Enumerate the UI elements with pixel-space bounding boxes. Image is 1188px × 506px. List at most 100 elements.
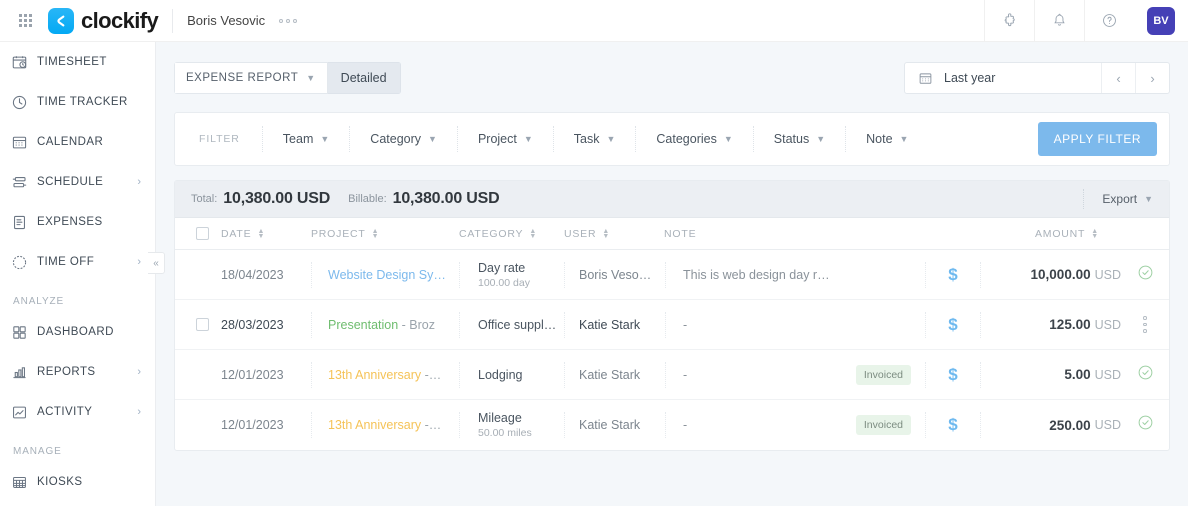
sidebar-group-analyze: ANALYZE bbox=[13, 296, 65, 307]
sort-icon: ▲ ▼ bbox=[371, 227, 380, 240]
table-row[interactable]: 12/01/2023 13th Anniversary -… Lodging K… bbox=[175, 350, 1169, 400]
status-badge: Invoiced bbox=[855, 415, 911, 435]
topbar-divider bbox=[172, 8, 174, 33]
chevron-down-icon: ▼ bbox=[606, 134, 616, 144]
kiosks-icon bbox=[11, 474, 37, 491]
main-content: EXPENSE REPORT ▼ Detailed Last year ‹ › … bbox=[156, 42, 1188, 506]
table-row[interactable]: 12/01/2023 13th Anniversary -… Mileage 5… bbox=[175, 400, 1169, 450]
bell-icon[interactable] bbox=[1034, 0, 1084, 42]
table-row[interactable]: 28/03/2023 Presentation - Broz Office su… bbox=[175, 300, 1169, 350]
more-vertical-icon[interactable] bbox=[1143, 316, 1147, 333]
date-prev-button[interactable]: ‹ bbox=[1101, 63, 1135, 93]
apps-grid-icon[interactable] bbox=[8, 14, 42, 27]
sidebar-item-time-tracker[interactable]: TIME TRACKER bbox=[0, 82, 155, 122]
report-type-label: EXPENSE REPORT bbox=[186, 72, 299, 84]
filter-status[interactable]: Status ▼ bbox=[752, 126, 845, 152]
sidebar-collapse-button[interactable]: « bbox=[148, 252, 165, 274]
cell-category: Office suppl… bbox=[478, 317, 557, 332]
check-circle-icon[interactable] bbox=[1137, 364, 1154, 386]
sidebar-item-kiosks[interactable]: KIOSKS bbox=[0, 462, 155, 502]
chevron-down-icon: ▼ bbox=[306, 73, 316, 83]
dollar-icon[interactable]: $ bbox=[948, 415, 957, 435]
filter-task[interactable]: Task ▼ bbox=[552, 126, 636, 152]
cell-currency: USD bbox=[1094, 267, 1121, 282]
workspace-name[interactable]: Boris Vesovic bbox=[187, 13, 265, 28]
date-next-button[interactable]: › bbox=[1135, 63, 1169, 93]
date-range-button[interactable]: Last year bbox=[905, 63, 1101, 93]
filter-category[interactable]: Category ▼ bbox=[349, 126, 457, 152]
column-label: USER bbox=[564, 227, 597, 240]
filter-label: FILTER bbox=[199, 133, 240, 145]
date-range-label: Last year bbox=[944, 71, 996, 85]
cell-project-link[interactable]: Website Design Sy… bbox=[328, 268, 446, 282]
cell-date: 12/01/2023 bbox=[221, 367, 284, 382]
column-header-date[interactable]: DATE ▲ ▼ bbox=[221, 228, 311, 240]
puzzle-icon[interactable] bbox=[984, 0, 1034, 42]
billable-label: Billable: bbox=[348, 193, 387, 205]
sidebar-item-label: SCHEDULE bbox=[37, 176, 104, 188]
cell-project-sub: -… bbox=[421, 367, 442, 382]
sidebar-item-activity[interactable]: ACTIVITY › bbox=[0, 392, 155, 432]
filter-item-label: Project bbox=[477, 132, 517, 146]
cell-amount: 250.00 bbox=[1049, 417, 1091, 433]
export-label: Export bbox=[1102, 192, 1138, 206]
filter-bar: FILTER Team ▼ Category ▼ Project ▼ Task … bbox=[175, 113, 1169, 165]
filter-project[interactable]: Project ▼ bbox=[456, 126, 553, 152]
report-tab-detailed[interactable]: Detailed bbox=[327, 62, 401, 94]
sidebar-item-schedule[interactable]: SCHEDULE › bbox=[0, 162, 155, 202]
avatar[interactable]: BV bbox=[1147, 6, 1175, 35]
more-horizontal-icon[interactable] bbox=[279, 18, 298, 23]
sidebar-item-expenses[interactable]: EXPENSES bbox=[0, 202, 155, 242]
table-row[interactable]: 18/04/2023 Website Design Sy… Day rate 1… bbox=[175, 250, 1169, 300]
cell-currency: USD bbox=[1094, 317, 1121, 332]
column-label: DATE bbox=[221, 227, 252, 240]
brand-logo[interactable]: clockify bbox=[48, 7, 159, 34]
column-header-project[interactable]: PROJECT ▲ ▼ bbox=[311, 228, 459, 240]
filter-note[interactable]: Note ▼ bbox=[845, 126, 928, 152]
chevron-down-icon: ▼ bbox=[816, 134, 826, 144]
dollar-icon[interactable]: $ bbox=[948, 315, 957, 335]
cell-date: 28/03/2023 bbox=[221, 317, 284, 332]
cell-currency: USD bbox=[1094, 367, 1121, 382]
report-toolbar: EXPENSE REPORT ▼ Detailed Last year ‹ › bbox=[156, 42, 1188, 94]
sidebar-item-calendar[interactable]: CALENDAR bbox=[0, 122, 155, 162]
sidebar-item-time-off[interactable]: TIME OFF › bbox=[0, 242, 155, 282]
calendar-icon bbox=[918, 71, 933, 86]
check-circle-icon[interactable] bbox=[1137, 264, 1154, 286]
cell-note: - bbox=[683, 317, 688, 332]
chevron-down-icon: ▼ bbox=[523, 134, 533, 144]
column-header-user[interactable]: USER ▲ ▼ bbox=[564, 228, 664, 240]
topbar-actions: BV bbox=[984, 0, 1188, 42]
cell-currency: USD bbox=[1094, 418, 1121, 432]
sidebar-item-label: DASHBOARD bbox=[37, 326, 114, 338]
filter-team[interactable]: Team ▼ bbox=[261, 126, 350, 152]
billable-value: 10,380.00 USD bbox=[392, 190, 500, 207]
cell-project-sub: - Broz bbox=[398, 317, 435, 332]
dollar-icon[interactable]: $ bbox=[948, 265, 957, 285]
apply-filter-button[interactable]: APPLY FILTER bbox=[1037, 122, 1157, 156]
cell-user: Boris Veso… bbox=[579, 267, 652, 282]
export-button[interactable]: Export ▼ bbox=[1083, 189, 1153, 209]
help-icon[interactable] bbox=[1084, 0, 1134, 42]
cell-project-link[interactable]: 13th Anniversary bbox=[328, 368, 421, 382]
column-header-amount[interactable]: AMOUNT ▲ ▼ bbox=[1035, 228, 1099, 240]
sidebar-item-timesheet[interactable]: TIMESHEET bbox=[0, 42, 155, 82]
sidebar-item-label: REPORTS bbox=[37, 366, 96, 378]
cell-project-link[interactable]: Presentation bbox=[328, 318, 398, 332]
cell-note: - bbox=[683, 367, 688, 382]
dollar-icon[interactable]: $ bbox=[948, 365, 957, 385]
sidebar-item-label: KIOSKS bbox=[37, 476, 83, 488]
totals-bar: Total: 10,380.00 USD Billable: 10,380.00… bbox=[175, 181, 1169, 218]
column-header-note[interactable]: NOTE bbox=[664, 228, 696, 240]
cell-project-link[interactable]: 13th Anniversary bbox=[328, 418, 421, 432]
chevron-right-icon: › bbox=[137, 176, 141, 188]
report-type-dropdown[interactable]: EXPENSE REPORT ▼ bbox=[174, 62, 328, 94]
select-all-checkbox[interactable] bbox=[195, 227, 209, 240]
column-label: AMOUNT bbox=[1034, 227, 1086, 240]
filter-categories[interactable]: Categories ▼ bbox=[635, 126, 752, 152]
row-checkbox[interactable] bbox=[195, 318, 209, 331]
check-circle-icon[interactable] bbox=[1137, 414, 1154, 436]
sidebar-item-dashboard[interactable]: DASHBOARD bbox=[0, 312, 155, 352]
column-header-category[interactable]: CATEGORY ▲ ▼ bbox=[459, 228, 564, 240]
sidebar-item-reports[interactable]: REPORTS › bbox=[0, 352, 155, 392]
